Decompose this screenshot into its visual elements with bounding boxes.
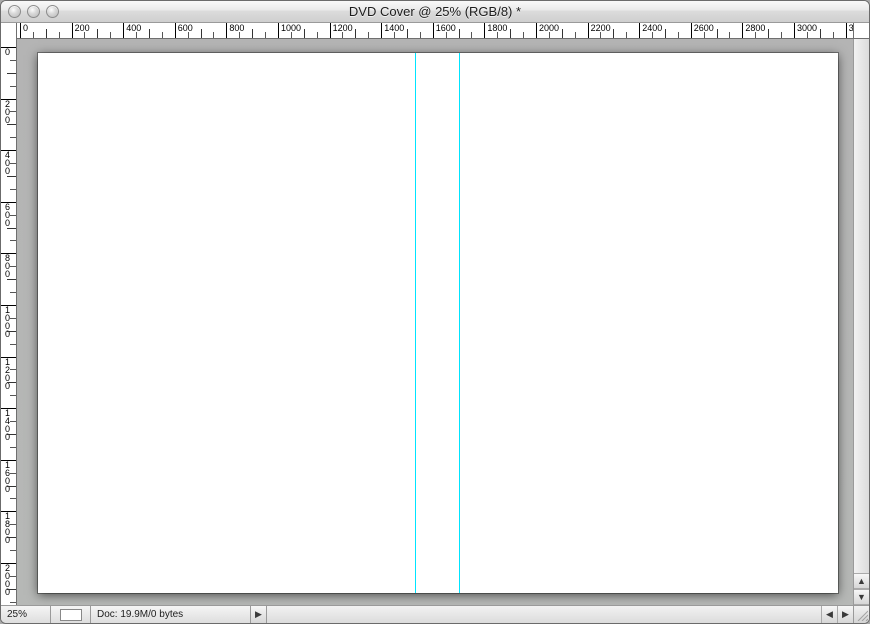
document-preview-button[interactable] <box>51 606 91 623</box>
ruler-tick: 3200 <box>846 23 853 38</box>
scroll-left-icon[interactable]: ◀ <box>821 606 837 623</box>
window-resize-grip[interactable] <box>853 606 869 623</box>
document-preview-icon <box>60 609 82 621</box>
vertical-ruler[interactable]: 0200400600800100012001400160018002000 <box>1 39 17 605</box>
window-title: DVD Cover @ 25% (RGB/8) * <box>349 4 521 19</box>
ruler-tick: 1800 <box>1 511 17 544</box>
ruler-tick: 2000 <box>1 563 17 596</box>
canvas-viewport[interactable] <box>17 39 853 605</box>
ruler-tick: 1200 <box>1 357 17 390</box>
ruler-tick: 200 <box>72 23 90 38</box>
vertical-scrollbar[interactable]: ▲ ▼ <box>853 39 869 605</box>
close-button[interactable] <box>8 5 21 18</box>
horizontal-scrollbar[interactable]: ◀ ▶ <box>267 606 853 623</box>
ruler-tick: 2400 <box>639 23 662 38</box>
titlebar[interactable]: DVD Cover @ 25% (RGB/8) * <box>1 1 869 23</box>
scroll-up-icon[interactable]: ▲ <box>854 573 869 589</box>
ruler-tick: 2000 <box>536 23 559 38</box>
status-menu-arrow-icon[interactable]: ▶ <box>251 606 267 623</box>
ruler-tick: 1200 <box>330 23 353 38</box>
ruler-tick: 3000 <box>794 23 817 38</box>
status-bar: 25% Doc: 19.9M/0 bytes ▶ ◀ ▶ <box>1 605 869 623</box>
document-area: 0200400600800100012001400160018002000 ▲ … <box>1 39 869 605</box>
horizontal-ruler[interactable]: 0 200 400 600 800 1000 1200 1400 1600 1800 2000 220… <box>17 23 853 38</box>
ruler-tick: 800 <box>226 23 244 38</box>
minimize-button[interactable] <box>27 5 40 18</box>
ruler-tick: 1400 <box>1 408 17 441</box>
ruler-tick: 400 <box>123 23 141 38</box>
ruler-tick: 2800 <box>742 23 765 38</box>
zoom-button[interactable] <box>46 5 59 18</box>
document-window: DVD Cover @ 25% (RGB/8) * 0 200 400 600 800 1… <box>0 0 870 624</box>
ruler-tick: 1600 <box>433 23 456 38</box>
guide-line[interactable] <box>459 53 460 593</box>
ruler-tick: 1000 <box>1 305 17 338</box>
ruler-tick: 0 <box>20 23 28 38</box>
document-info[interactable]: Doc: 19.9M/0 bytes <box>91 606 251 623</box>
zoom-field[interactable]: 25% <box>1 606 51 623</box>
ruler-tick: 1600 <box>1 460 17 493</box>
ruler-tick: 1800 <box>484 23 507 38</box>
ruler-tick: 0 <box>1 47 17 56</box>
ruler-tick: 600 <box>175 23 193 38</box>
ruler-tick: 2200 <box>588 23 611 38</box>
ruler-tick: 1400 <box>381 23 404 38</box>
document-canvas[interactable] <box>38 53 838 593</box>
guide-line[interactable] <box>415 53 416 593</box>
ruler-top-end <box>853 23 869 38</box>
ruler-origin-corner[interactable] <box>1 23 17 39</box>
ruler-tick: 2600 <box>691 23 714 38</box>
ruler-tick: 1000 <box>278 23 301 38</box>
scroll-down-icon[interactable]: ▼ <box>854 589 869 605</box>
scroll-right-icon[interactable]: ▶ <box>837 606 853 623</box>
window-controls <box>8 5 59 18</box>
ruler-top-row: 0 200 400 600 800 1000 1200 1400 1600 1800 2000 220… <box>1 23 869 39</box>
